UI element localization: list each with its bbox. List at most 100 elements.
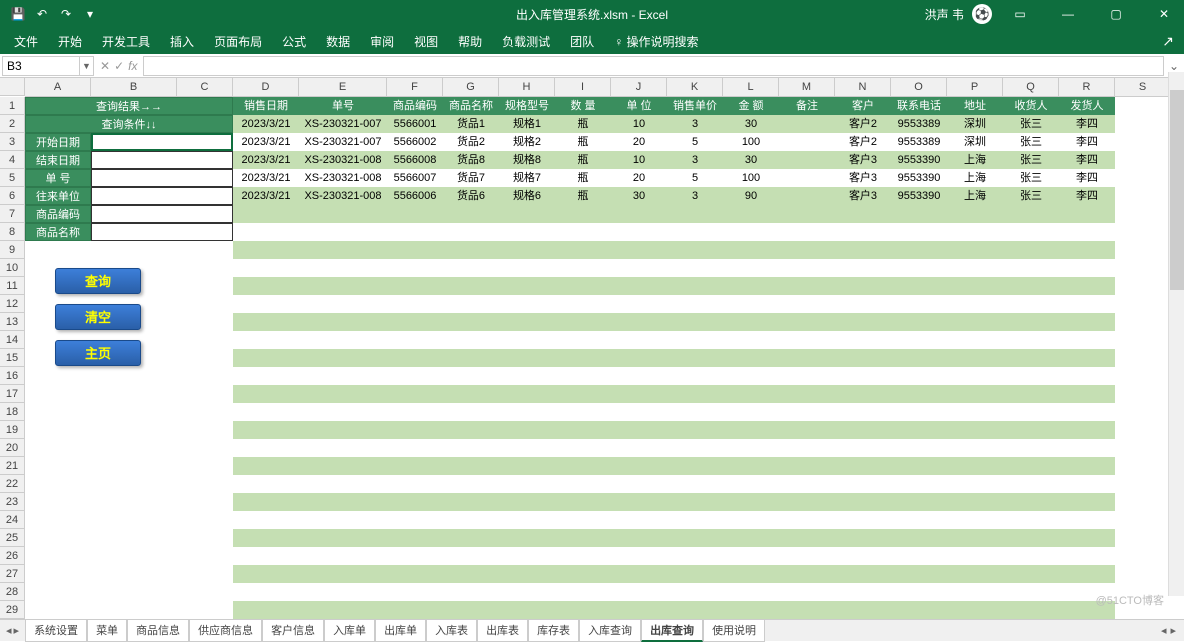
- row-header-27[interactable]: 27: [0, 565, 25, 583]
- cancel-icon[interactable]: ✕: [100, 59, 110, 73]
- row-header-9[interactable]: 9: [0, 241, 25, 259]
- tab-data[interactable]: 数据: [326, 33, 350, 50]
- row-header-21[interactable]: 21: [0, 457, 25, 475]
- sheet-tab-客户信息[interactable]: 客户信息: [262, 620, 324, 642]
- col-header-E[interactable]: E: [299, 78, 387, 97]
- sheet-tab-供应商信息[interactable]: 供应商信息: [189, 620, 262, 642]
- col-header-D[interactable]: D: [233, 78, 299, 97]
- row-header-4[interactable]: 4: [0, 151, 25, 169]
- maximize-icon[interactable]: ▢: [1096, 0, 1136, 28]
- tab-team[interactable]: 团队: [570, 33, 594, 50]
- col-header-B[interactable]: B: [91, 78, 177, 97]
- col-header-R[interactable]: R: [1059, 78, 1115, 97]
- tab-developer[interactable]: 开发工具: [102, 33, 150, 50]
- share-icon[interactable]: ↗: [1162, 33, 1174, 50]
- ribbon-options-icon[interactable]: ▭: [1000, 0, 1040, 28]
- sheet-tab-入库查询[interactable]: 入库查询: [579, 620, 641, 642]
- sheet-tab-菜单[interactable]: 菜单: [87, 620, 127, 642]
- redo-icon[interactable]: ↷: [56, 4, 76, 24]
- fx-icon[interactable]: fx: [128, 59, 137, 73]
- col-header-L[interactable]: L: [723, 78, 779, 97]
- tab-file[interactable]: 文件: [14, 33, 38, 50]
- vertical-scrollbar[interactable]: [1168, 72, 1184, 596]
- tab-formulas[interactable]: 公式: [282, 33, 306, 50]
- home-button[interactable]: 主页: [55, 340, 141, 366]
- sheet-tab-使用说明[interactable]: 使用说明: [703, 620, 765, 642]
- name-box[interactable]: B3: [2, 56, 80, 76]
- sheet-tab-出库单[interactable]: 出库单: [375, 620, 426, 642]
- tab-layout[interactable]: 页面布局: [214, 33, 262, 50]
- row-header-17[interactable]: 17: [0, 385, 25, 403]
- tab-review[interactable]: 审阅: [370, 33, 394, 50]
- col-header-O[interactable]: O: [891, 78, 947, 97]
- row-header-8[interactable]: 8: [0, 223, 25, 241]
- col-header-S[interactable]: S: [1115, 78, 1171, 97]
- sheet-tab-入库单[interactable]: 入库单: [324, 620, 375, 642]
- col-header-H[interactable]: H: [499, 78, 555, 97]
- formula-input[interactable]: [143, 56, 1164, 76]
- row-header-29[interactable]: 29: [0, 601, 25, 619]
- row-header-15[interactable]: 15: [0, 349, 25, 367]
- row-header-7[interactable]: 7: [0, 205, 25, 223]
- query-button[interactable]: 查询: [55, 268, 141, 294]
- query-input-0[interactable]: [91, 133, 233, 151]
- col-header-M[interactable]: M: [779, 78, 835, 97]
- minimize-icon[interactable]: —: [1048, 0, 1088, 28]
- col-header-C[interactable]: C: [177, 78, 233, 97]
- tab-loadtest[interactable]: 负载测试: [502, 33, 550, 50]
- row-header-28[interactable]: 28: [0, 583, 25, 601]
- row-header-23[interactable]: 23: [0, 493, 25, 511]
- row-header-14[interactable]: 14: [0, 331, 25, 349]
- col-header-G[interactable]: G: [443, 78, 499, 97]
- tab-scroll-left-icon[interactable]: ◂: [1161, 624, 1167, 637]
- undo-icon[interactable]: ↶: [32, 4, 52, 24]
- row-header-25[interactable]: 25: [0, 529, 25, 547]
- row-header-22[interactable]: 22: [0, 475, 25, 493]
- avatar[interactable]: ⚽: [972, 4, 992, 24]
- tab-nav-last-icon[interactable]: ▸: [14, 624, 20, 637]
- row-header-20[interactable]: 20: [0, 439, 25, 457]
- row-header-6[interactable]: 6: [0, 187, 25, 205]
- col-header-I[interactable]: I: [555, 78, 611, 97]
- query-input-5[interactable]: [91, 223, 233, 241]
- tab-view[interactable]: 视图: [414, 33, 438, 50]
- expand-formula-icon[interactable]: ⌄: [1164, 59, 1184, 73]
- row-header-10[interactable]: 10: [0, 259, 25, 277]
- enter-icon[interactable]: ✓: [114, 59, 124, 73]
- row-header-16[interactable]: 16: [0, 367, 25, 385]
- row-header-11[interactable]: 11: [0, 277, 25, 295]
- query-input-2[interactable]: [91, 169, 233, 187]
- tab-insert[interactable]: 插入: [170, 33, 194, 50]
- tell-me-search[interactable]: ♀ 操作说明搜索: [614, 33, 698, 50]
- row-header-26[interactable]: 26: [0, 547, 25, 565]
- select-all-corner[interactable]: [0, 78, 25, 96]
- row-header-5[interactable]: 5: [0, 169, 25, 187]
- tab-nav-first-icon[interactable]: ◂: [6, 624, 12, 637]
- sheet-tab-系统设置[interactable]: 系统设置: [25, 620, 87, 642]
- query-input-4[interactable]: [91, 205, 233, 223]
- row-header-13[interactable]: 13: [0, 313, 25, 331]
- sheet-tab-出库表[interactable]: 出库表: [477, 620, 528, 642]
- query-input-1[interactable]: [91, 151, 233, 169]
- tab-home[interactable]: 开始: [58, 33, 82, 50]
- qat-dropdown-icon[interactable]: ▾: [80, 4, 100, 24]
- col-header-N[interactable]: N: [835, 78, 891, 97]
- tab-help[interactable]: 帮助: [458, 33, 482, 50]
- save-icon[interactable]: 💾: [8, 4, 28, 24]
- row-header-1[interactable]: 1: [0, 97, 25, 115]
- col-header-Q[interactable]: Q: [1003, 78, 1059, 97]
- sheet-tab-库存表[interactable]: 库存表: [528, 620, 579, 642]
- col-header-K[interactable]: K: [667, 78, 723, 97]
- row-header-24[interactable]: 24: [0, 511, 25, 529]
- row-header-12[interactable]: 12: [0, 295, 25, 313]
- clear-button[interactable]: 清空: [55, 304, 141, 330]
- col-header-F[interactable]: F: [387, 78, 443, 97]
- row-header-18[interactable]: 18: [0, 403, 25, 421]
- col-header-A[interactable]: A: [25, 78, 91, 97]
- row-header-19[interactable]: 19: [0, 421, 25, 439]
- sheet-tab-出库查询[interactable]: 出库查询: [641, 620, 703, 642]
- tab-scroll-right-icon[interactable]: ▸: [1170, 624, 1176, 637]
- namebox-dropdown-icon[interactable]: ▼: [80, 56, 94, 76]
- row-header-2[interactable]: 2: [0, 115, 25, 133]
- sheet-tab-商品信息[interactable]: 商品信息: [127, 620, 189, 642]
